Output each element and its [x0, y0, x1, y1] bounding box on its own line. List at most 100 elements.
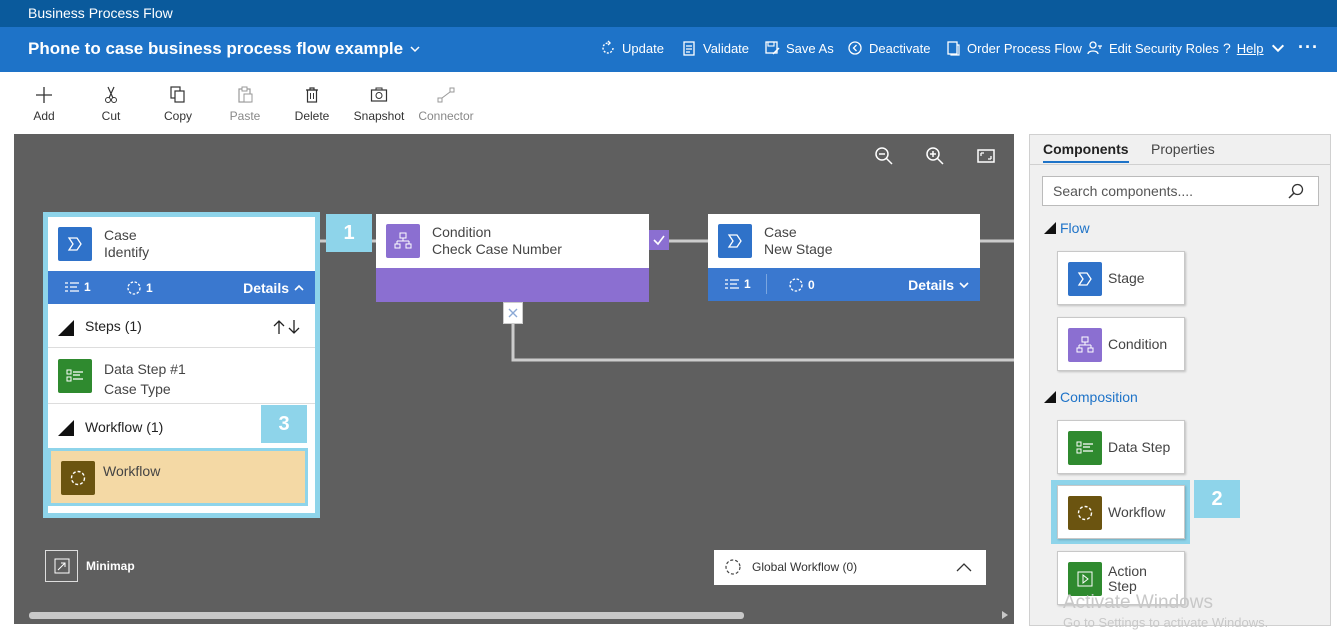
minimap-toggle[interactable] — [45, 550, 78, 582]
workflow-icon — [725, 559, 741, 575]
chevron-down-icon — [959, 282, 969, 289]
tab-components[interactable]: Components — [1043, 141, 1129, 163]
chevron-up-icon[interactable] — [956, 560, 972, 574]
deactivate-icon — [848, 41, 862, 55]
condition-no-close-icon[interactable] — [503, 302, 523, 324]
stage-icon — [1068, 262, 1102, 296]
activate-windows-subtext: Go to Settings to activate Windows. — [1063, 615, 1269, 630]
callout-2: 2 — [1194, 480, 1240, 518]
steps-count: 1 — [724, 277, 751, 291]
component-condition[interactable]: Condition — [1057, 317, 1185, 371]
designer-canvas[interactable]: Case Identify 1 1 Details Steps (1) Data… — [14, 134, 1014, 624]
collapse-triangle-icon — [1044, 391, 1056, 403]
tab-properties[interactable]: Properties — [1151, 141, 1215, 161]
condition-icon — [1068, 328, 1102, 362]
reorder-arrows-icon[interactable] — [272, 319, 302, 335]
app-title-bar: Business Process Flow — [0, 0, 1337, 27]
app-title: Business Process Flow — [28, 5, 173, 21]
paste-icon — [238, 86, 253, 103]
search-input[interactable]: Search components.... — [1042, 176, 1319, 206]
condition-node[interactable]: Condition Check Case Number — [376, 214, 649, 302]
data-step-item[interactable]: Data Step #1 Case Type — [48, 348, 315, 404]
callout-3: 3 — [261, 405, 307, 443]
copy-icon — [170, 86, 185, 103]
copy-button[interactable]: Copy — [148, 84, 208, 123]
process-title: Phone to case business process flow exam… — [28, 39, 404, 58]
edit-security-roles-button[interactable]: Edit Security Roles — [1087, 40, 1219, 56]
workflow-icon — [127, 281, 141, 295]
cut-button[interactable]: Cut — [81, 84, 141, 123]
update-button[interactable]: Update — [600, 40, 664, 56]
save-as-icon — [765, 41, 780, 55]
workflow-step-item[interactable]: Workflow — [48, 448, 308, 506]
callout-1: 1 — [326, 214, 372, 252]
deactivate-button[interactable]: Deactivate — [847, 40, 930, 56]
connector-button[interactable]: Connector — [416, 84, 476, 123]
clipboard-check-icon — [683, 41, 695, 56]
component-workflow[interactable]: Workflow — [1057, 485, 1185, 539]
stage-icon — [718, 224, 752, 258]
component-stage[interactable]: Stage — [1057, 251, 1185, 305]
designer-toolbar: Add Cut Copy Paste Delete Snapshot Conne… — [0, 72, 1337, 134]
stage-header: Case Identify — [48, 217, 315, 271]
chevron-down-icon — [1271, 44, 1284, 53]
tab-divider — [1030, 164, 1330, 165]
stage-icon — [58, 227, 92, 261]
order-process-flow-button[interactable]: Order Process Flow — [945, 40, 1082, 56]
scroll-right-arrow-icon[interactable] — [1002, 611, 1008, 619]
validate-button[interactable]: Validate — [681, 40, 749, 56]
help-icon: ? — [1223, 40, 1231, 56]
stage-node-new-stage[interactable]: Case New Stage 1 0 Details — [708, 214, 980, 301]
document-order-icon — [947, 41, 960, 56]
more-options-icon[interactable]: ··· — [1298, 37, 1319, 58]
composition-section-header[interactable]: Composition — [1044, 389, 1138, 405]
collapse-triangle-icon — [1044, 222, 1056, 234]
component-data-step[interactable]: Data Step — [1057, 420, 1185, 474]
process-title-dropdown[interactable]: Phone to case business process flow exam… — [28, 39, 421, 59]
action-step-icon — [1068, 562, 1102, 596]
trash-icon — [306, 87, 318, 103]
plus-icon — [36, 87, 52, 103]
details-toggle[interactable]: Details — [908, 277, 970, 293]
workflow-icon — [1068, 496, 1102, 530]
scrollbar-thumb[interactable] — [29, 612, 744, 619]
steps-section-header[interactable]: Steps (1) — [48, 304, 315, 348]
security-roles-icon — [1087, 41, 1102, 55]
workflow-icon — [61, 461, 95, 495]
condition-yes-check-icon[interactable] — [649, 230, 669, 250]
stage-summary-bar: 1 1 Details — [48, 271, 315, 304]
steps-list-icon — [725, 279, 739, 289]
workflow-count: 1 — [126, 280, 153, 296]
stage-summary-bar: 1 0 Details — [708, 268, 980, 301]
refresh-icon — [602, 40, 614, 54]
global-workflow-panel[interactable]: Global Workflow (0) — [714, 550, 986, 585]
stage-header: Case New Stage — [708, 214, 980, 268]
condition-header: Condition Check Case Number — [376, 214, 649, 268]
delete-button[interactable]: Delete — [282, 84, 342, 123]
activate-windows-watermark: Activate Windows — [1063, 592, 1213, 613]
chevron-up-icon — [294, 284, 304, 291]
collapse-triangle-icon — [58, 320, 74, 336]
snapshot-button[interactable]: Snapshot — [349, 84, 409, 123]
chevron-down-icon — [410, 46, 420, 53]
stage-node-identify[interactable]: Case Identify 1 1 Details Steps (1) Data… — [48, 217, 315, 513]
components-panel: Components Properties Search components.… — [1029, 134, 1331, 626]
search-icon — [1288, 183, 1304, 199]
condition-icon — [386, 224, 420, 258]
flow-section-header[interactable]: Flow — [1044, 220, 1090, 236]
steps-count: 1 — [64, 280, 91, 294]
command-bar: Phone to case business process flow exam… — [0, 27, 1337, 72]
data-step-icon — [1068, 431, 1102, 465]
divider — [766, 274, 767, 294]
workflow-count: 0 — [788, 277, 815, 293]
save-as-button[interactable]: Save As — [764, 40, 834, 56]
data-step-icon — [58, 359, 92, 393]
connector-icon — [437, 87, 455, 103]
help-menu[interactable]: ? Help — [1223, 40, 1286, 56]
steps-list-icon — [65, 282, 79, 292]
add-button[interactable]: Add — [14, 84, 74, 123]
horizontal-scrollbar[interactable] — [14, 606, 1014, 624]
paste-button[interactable]: Paste — [215, 84, 275, 123]
details-toggle[interactable]: Details — [243, 280, 305, 296]
collapse-triangle-icon — [58, 420, 74, 436]
